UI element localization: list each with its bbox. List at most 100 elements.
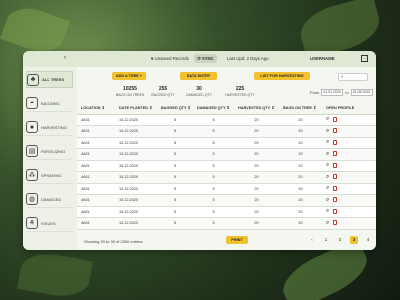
delete-icon[interactable] — [333, 116, 338, 122]
column-header: OPEN PROFILE — [322, 102, 376, 115]
table-cell: 5 — [157, 160, 193, 172]
delete-icon[interactable] — [333, 151, 338, 157]
issue-icon: ⚘ — [26, 217, 38, 229]
list-for-harvesting-button[interactable]: LIST FOR HARVESTING — [254, 72, 310, 80]
stat-harvested-qty: 225 HARVESTED QTY — [225, 86, 255, 97]
table-cell: 4A01 — [77, 171, 115, 184]
fertilizer-icon: ▤ — [26, 145, 38, 157]
view-profile-icon[interactable]: ⌕ — [326, 162, 329, 168]
column-header[interactable]: BAGGED QTY ⇕ — [157, 102, 193, 115]
view-profile-icon[interactable]: ⌕ — [326, 185, 329, 191]
table-cell: 5 — [157, 183, 193, 195]
column-header[interactable]: DAMAGED QTY ⇕ — [193, 102, 234, 115]
page-prev-button[interactable]: ‹ — [308, 236, 316, 244]
row-actions: ⌕ — [322, 160, 376, 172]
damaged-fruit-icon: ◍ — [26, 193, 38, 205]
view-profile-icon[interactable]: ⌕ — [326, 139, 329, 145]
table-cell: 20 — [234, 114, 279, 126]
table-row: 4A01 10.12.2020 5 5 20 20 ⌕ — [77, 160, 376, 172]
sidebar-item-bagging[interactable]: ◓ BAGGING — [26, 95, 73, 112]
table-cell: 5 — [193, 125, 234, 138]
row-actions: ⌕ — [322, 206, 376, 218]
delete-icon[interactable] — [333, 174, 338, 180]
logout-icon[interactable]: → — [361, 55, 368, 62]
column-header[interactable]: LOCATION ⇕ — [77, 102, 115, 115]
delete-icon[interactable] — [333, 185, 338, 191]
sidebar-item-harvesting[interactable]: ● HARVESTING — [26, 119, 73, 136]
table-cell: 5 — [193, 114, 234, 126]
row-actions: ⌕ — [322, 194, 376, 207]
table-row: 4A01 10.12.2020 5 5 20 20 ⌕ — [77, 148, 376, 161]
view-profile-icon[interactable]: ⌕ — [326, 208, 329, 214]
view-profile-icon[interactable]: ⌕ — [326, 197, 329, 203]
column-header[interactable]: DATE PLANTED ⇕ — [115, 102, 157, 115]
bag-icon: ◓ — [26, 97, 38, 109]
table-cell: 20 — [279, 148, 322, 161]
table-cell: 10.12.2020 — [115, 137, 157, 149]
column-header[interactable]: HARVESTED QTY ⇕ — [234, 102, 279, 115]
table-cell: 4A01 — [77, 125, 115, 138]
sync-button[interactable]: ⟳ SYNC — [194, 54, 217, 63]
sidebar-item-spraying[interactable]: ⁂ SPRAYING — [26, 167, 73, 184]
sidebar-item-all-trees[interactable]: ♣ ALL TREES — [26, 71, 73, 88]
table-cell: 5 — [157, 114, 193, 126]
view-profile-icon[interactable]: ⌕ — [326, 174, 329, 180]
sidebar: ♣ ALL TREES ◓ BAGGING ● HARVESTING ▤ FERTILI… — [23, 67, 76, 250]
table-cell: 5 — [157, 171, 193, 184]
stat-damaged-qty: 30 DAMAGED QTY — [186, 86, 212, 97]
view-profile-icon[interactable]: ⌕ — [326, 116, 329, 122]
print-button[interactable]: PRINT — [226, 236, 248, 244]
sidebar-item-label: DAMAGED — [41, 196, 62, 202]
column-header[interactable]: BAGS ON TREE ⇕ — [279, 102, 322, 115]
sidebar-item-fertilizing[interactable]: ▤ FERTILIZING — [26, 143, 73, 160]
table-cell: 5 — [157, 217, 193, 230]
delete-icon[interactable] — [333, 220, 338, 226]
search-input[interactable]: ⌕ — [338, 73, 368, 81]
row-actions: ⌕ — [322, 137, 376, 149]
table-cell: 20 — [279, 194, 322, 207]
to-date-field[interactable]: 01.05.2020 — [350, 89, 373, 96]
table-row: 4A01 10.12.2020 5 5 20 20 ⌕ — [77, 114, 376, 126]
background-leaf — [17, 249, 93, 300]
view-profile-icon[interactable]: ⌕ — [326, 128, 329, 134]
view-profile-icon[interactable]: ⌕ — [326, 220, 329, 226]
page-button-current[interactable]: 3 — [350, 236, 358, 244]
table-cell: 20 — [234, 137, 279, 149]
page-button[interactable]: 2 — [336, 236, 344, 244]
table-cell: 20 — [234, 183, 279, 195]
from-date-field[interactable]: 01.01.2020 — [321, 89, 344, 96]
page-button[interactable]: 4 — [364, 236, 372, 244]
table-cell: 4A01 — [77, 183, 115, 195]
collapse-sidebar-icon[interactable]: ‹ — [64, 55, 66, 61]
table-cell: 10.12.2020 — [115, 160, 157, 172]
delete-icon[interactable] — [333, 208, 338, 214]
add-tree-button[interactable]: ADD A TREE + — [112, 72, 146, 80]
tree-icon: ♣ — [27, 73, 39, 86]
table-cell: 4A01 — [77, 206, 115, 218]
fruit-icon: ● — [26, 121, 38, 133]
sidebar-item-label: ALL TREES — [42, 77, 65, 82]
sidebar-item-label: ISSUES — [41, 220, 56, 226]
delete-icon[interactable] — [333, 162, 338, 168]
username[interactable]: USERNAME — [310, 56, 335, 61]
delete-icon[interactable] — [333, 139, 338, 145]
view-profile-icon[interactable]: ⌕ — [326, 151, 329, 157]
table-cell: 5 — [193, 137, 234, 149]
table-cell: 5 — [193, 206, 234, 218]
stat-bags-on-trees: 10255 BAGS ON TREES — [115, 86, 145, 97]
table-row: 4A01 10.12.2020 5 5 20 20 ⌕ — [77, 137, 376, 149]
delete-icon[interactable] — [333, 197, 338, 203]
table-cell: 20 — [279, 160, 322, 172]
row-actions: ⌕ — [322, 148, 376, 161]
sidebar-item-damaged[interactable]: ◍ DAMAGED — [26, 191, 73, 208]
data-entry-button[interactable]: DATA ENTRY — [180, 72, 217, 80]
table-cell: 10.12.2020 — [115, 171, 157, 184]
table-row: 4A01 10.12.2020 5 5 20 20 ⌕ — [77, 194, 376, 207]
delete-icon[interactable] — [333, 128, 338, 134]
table-cell: 5 — [193, 183, 234, 195]
date-filter: From 01.01.2020 to 01.05.2020 — [310, 89, 373, 96]
table-cell: 20 — [234, 148, 279, 161]
sidebar-item-issues[interactable]: ⚘ ISSUES — [26, 215, 73, 232]
page-button[interactable]: 1 — [322, 236, 330, 244]
sidebar-item-label: BAGGING — [41, 100, 60, 106]
